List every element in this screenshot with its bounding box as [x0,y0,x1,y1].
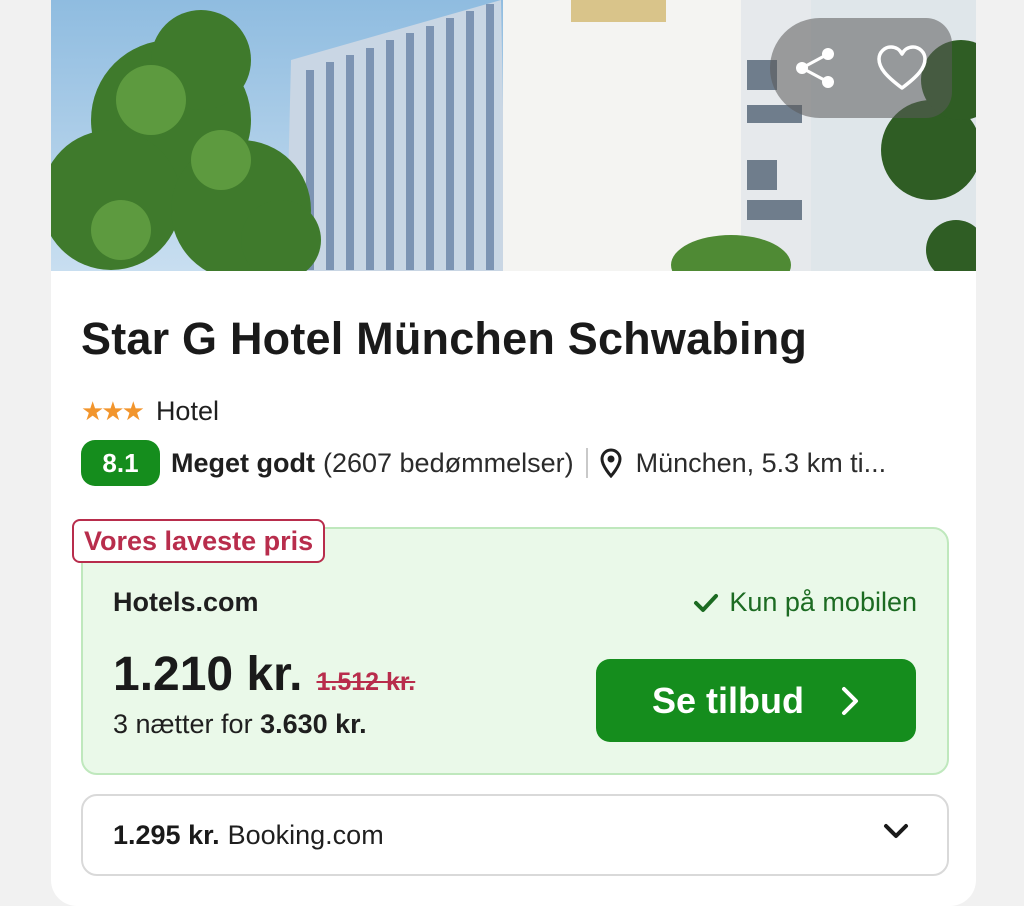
score-badge: 8.1 [81,440,160,486]
total-price-line: 3 nætter for 3.630 kr. [113,709,367,740]
photo-actions [770,18,952,118]
hotel-class: ★★★ Hotel [81,396,219,427]
location-text[interactable]: München, 5.3 km ti... [636,448,887,479]
favorite-button[interactable] [874,40,930,96]
star-rating-icon: ★★★ [81,396,145,426]
share-icon [796,48,834,88]
nights-prefix: 3 nætter for [113,709,253,739]
chevron-down-icon[interactable] [883,823,909,841]
see-deal-button[interactable]: Se tilbud [596,659,916,742]
hotel-type: Hotel [155,396,219,426]
heart-icon [877,45,927,90]
chevron-right-icon [840,685,860,717]
review-count[interactable]: (2607 bedømmelser) [323,448,574,479]
offer-old-price: 1.512 kr. [316,668,416,696]
alt-offer-provider: Booking.com [227,819,384,850]
mobile-only-label: Kun på mobilen [693,587,917,618]
divider [585,448,588,478]
hotel-name[interactable]: Star G Hotel München Schwabing [81,313,807,365]
alt-offer-price: 1.295 kr. [113,819,220,850]
location-pin-icon [600,448,622,478]
alternative-offer-row[interactable]: 1.295 kr. Booking.com [81,794,949,876]
check-icon [693,592,719,614]
hotel-photo[interactable] [51,0,976,271]
see-deal-label: Se tilbud [652,679,804,721]
offer-provider: Hotels.com [113,587,259,617]
rating-word: Meget godt [171,447,315,478]
rating-and-location: 8.1 Meget godt (2607 bedømmelser) Münche… [81,440,951,486]
hotel-card[interactable]: Star G Hotel München Schwabing ★★★ Hotel… [51,0,976,906]
lowest-price-tag: Vores laveste pris [72,519,326,563]
nights-total: 3.630 kr. [260,709,367,739]
mobile-only-text: Kun på mobilen [729,587,917,617]
best-offer-box[interactable]: Hotels.com Kun på mobilen 1.210 kr. 1.51… [81,527,949,775]
offer-price-group: 1.210 kr. 1.512 kr. [113,647,415,702]
share-button[interactable] [788,40,844,96]
offer-price: 1.210 kr. [113,648,303,701]
